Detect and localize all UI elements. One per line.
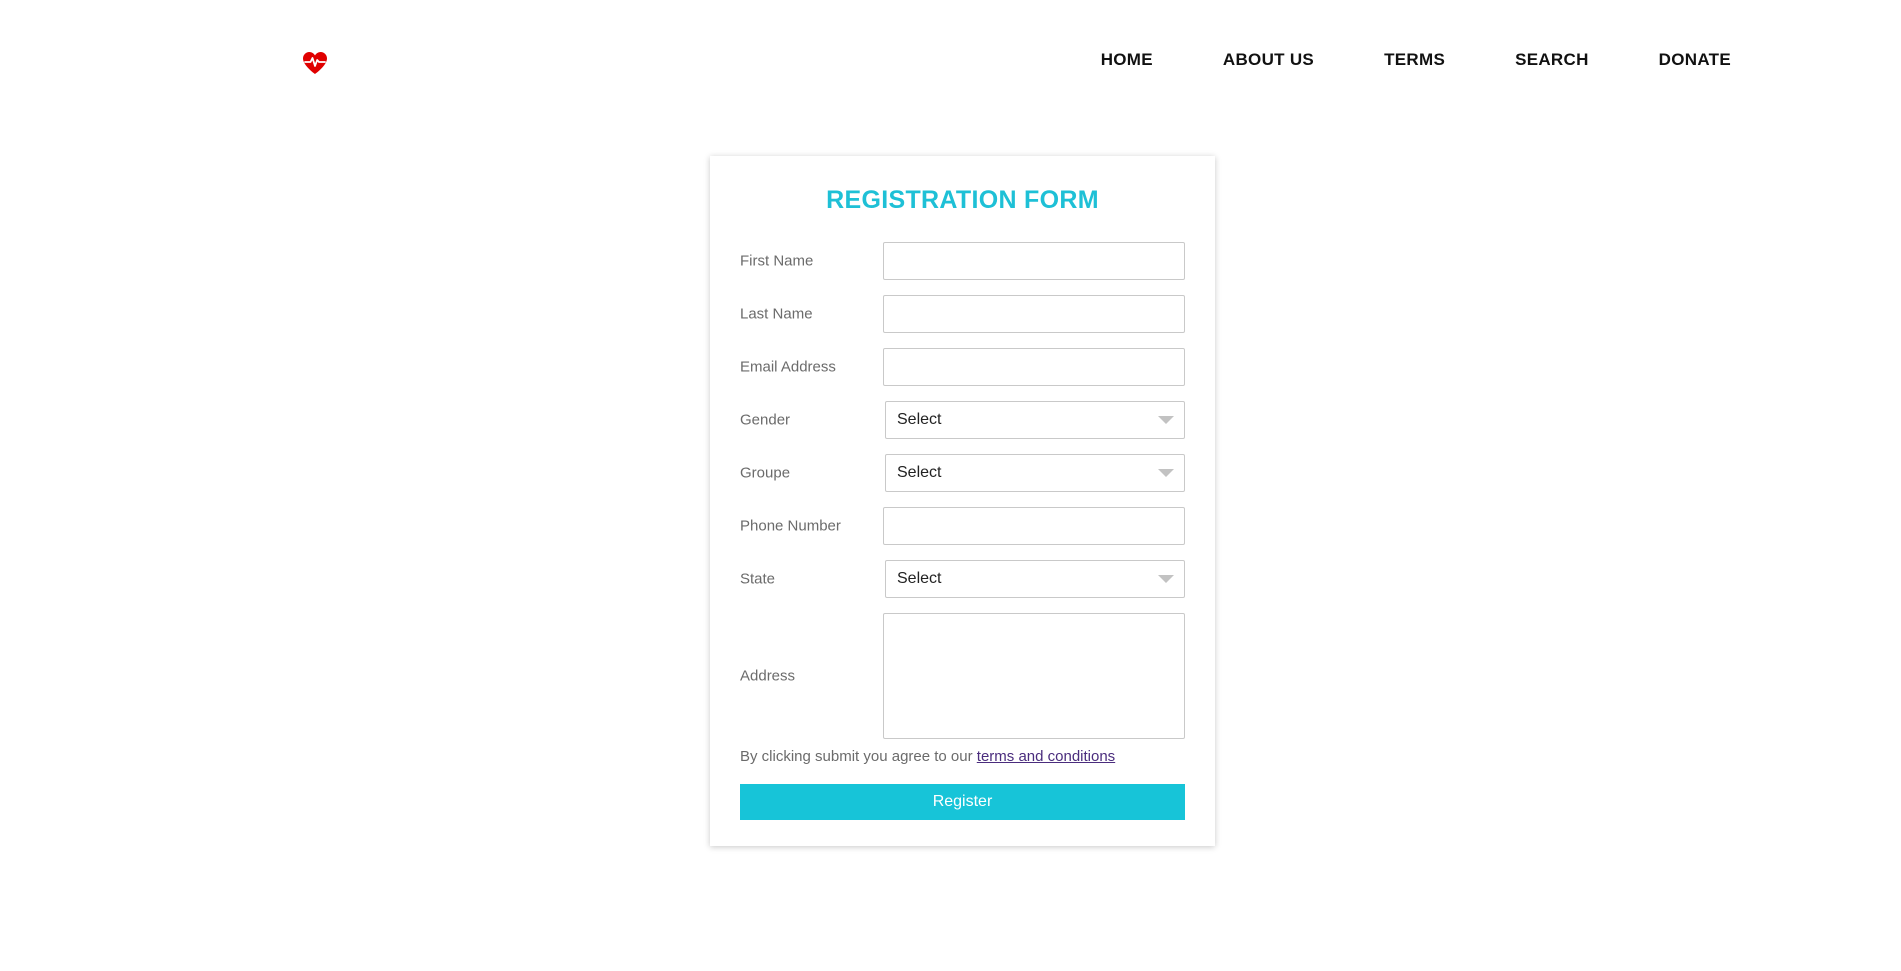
terms-notice-text: By clicking submit you agree to our (740, 748, 977, 765)
state-select-value: Select (897, 570, 942, 587)
nav-terms[interactable]: TERMS (1384, 50, 1445, 70)
terms-link[interactable]: terms and conditions (977, 748, 1115, 765)
chevron-down-icon (1158, 575, 1174, 583)
email-row: Email Address (740, 348, 1185, 386)
last-name-row: Last Name (740, 295, 1185, 333)
state-row: State Select (740, 560, 1185, 598)
register-button[interactable]: Register (740, 784, 1185, 820)
first-name-label: First Name (740, 252, 814, 270)
state-label: State (740, 570, 776, 588)
registration-card: REGISTRATION FORM First Name Last Name E… (710, 156, 1215, 846)
gender-select[interactable]: Select (885, 401, 1185, 439)
chevron-down-icon (1158, 469, 1174, 477)
email-label: Email Address (740, 358, 836, 376)
groupe-select-value: Select (897, 464, 942, 481)
last-name-label: Last Name (740, 305, 813, 323)
last-name-input[interactable] (883, 295, 1185, 333)
phone-input[interactable] (883, 507, 1185, 545)
form-title: REGISTRATION FORM (826, 186, 1099, 214)
groupe-row: Groupe Select (740, 454, 1185, 492)
phone-label: Phone Number (740, 517, 841, 535)
nav-search[interactable]: SEARCH (1515, 50, 1589, 70)
nav-about-us[interactable]: ABOUT US (1223, 50, 1314, 70)
nav-home[interactable]: HOME (1101, 50, 1153, 70)
address-textarea[interactable] (883, 613, 1185, 739)
address-row: Address (740, 613, 1185, 739)
first-name-input[interactable] (883, 242, 1185, 280)
page: HOME ABOUT US TERMS SEARCH DONATE REGIST… (0, 0, 1901, 971)
state-select[interactable]: Select (885, 560, 1185, 598)
gender-row: Gender Select (740, 401, 1185, 439)
gender-label: Gender (740, 411, 791, 429)
groupe-label: Groupe (740, 464, 791, 482)
address-label: Address (740, 667, 796, 685)
chevron-down-icon (1158, 416, 1174, 424)
heart-pulse-icon[interactable] (302, 50, 328, 76)
groupe-select[interactable]: Select (885, 454, 1185, 492)
nav-donate[interactable]: DONATE (1659, 50, 1731, 70)
terms-notice: By clicking submit you agree to our term… (740, 748, 1115, 765)
email-input[interactable] (883, 348, 1185, 386)
gender-select-value: Select (897, 411, 942, 428)
phone-row: Phone Number (740, 507, 1185, 545)
first-name-row: First Name (740, 242, 1185, 280)
main-nav: HOME ABOUT US TERMS SEARCH DONATE (1101, 50, 1731, 70)
